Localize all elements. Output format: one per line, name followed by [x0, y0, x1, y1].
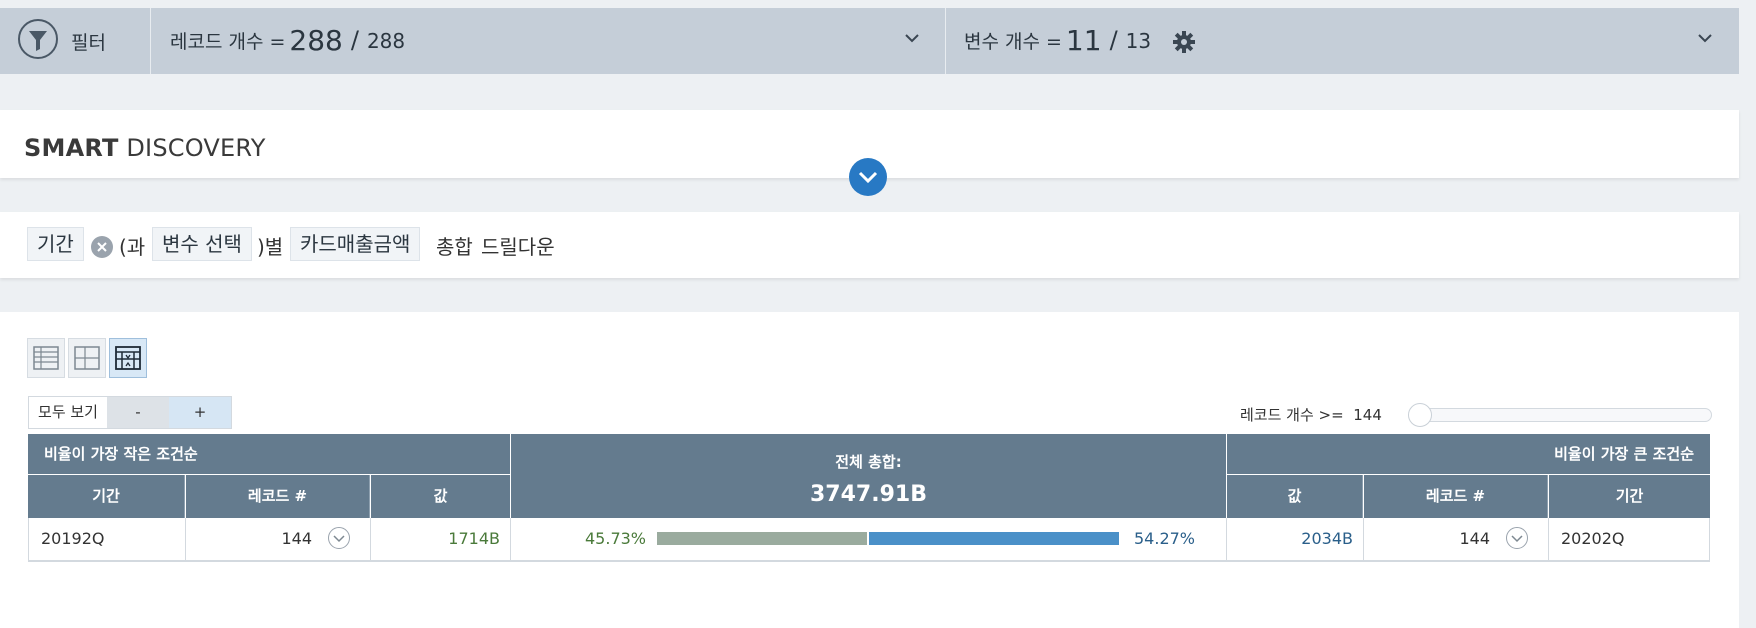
expand-button[interactable]	[849, 158, 887, 196]
column-header-records[interactable]: 레코드 #	[1364, 475, 1548, 518]
left-value-cell: 1714B	[371, 518, 511, 560]
ratio-bar-right	[869, 532, 1119, 545]
view-compare-button[interactable]	[109, 338, 147, 378]
record-count-selected: 288	[289, 24, 343, 57]
total-header: 전체 총합: 3747.91B	[511, 434, 1226, 518]
column-header-period[interactable]: 기간	[28, 475, 185, 518]
left-percent: 45.73%	[585, 529, 647, 548]
right-section-header: 비율이 가장 큰 조건순	[1227, 434, 1710, 474]
query-bar: 기간 (과 변수 선택 )별 카드매출금액 총합 드릴다운	[0, 212, 1739, 278]
variable-count-display: 변수 개수 = 11/ 13	[964, 24, 1151, 57]
period-chip[interactable]: 기간	[27, 227, 84, 261]
variable-count-label: 변수 개수 =	[964, 31, 1062, 53]
record-count-slash: /	[350, 26, 359, 54]
filter-icon	[18, 19, 58, 59]
total-value: 3747.91B	[810, 482, 927, 507]
total-label: 전체 총합:	[835, 453, 902, 471]
collapse-button[interactable]: -	[107, 397, 169, 428]
query-text-total: 총합	[436, 235, 473, 259]
expand-controls: 모두 보기 - +	[28, 396, 232, 429]
smart-discovery-title: SMART DISCOVERY	[24, 134, 266, 162]
right-percent: 54.27%	[1134, 529, 1196, 548]
chevron-down-icon	[858, 171, 878, 184]
result-panel: 모두 보기 - + 레코드 개수 >= 144 비율이 가장 작은 조건순 전체…	[0, 312, 1739, 628]
ratio-bar-left	[657, 532, 867, 545]
gear-icon[interactable]	[1172, 30, 1196, 54]
query-text-by: )별	[257, 235, 284, 259]
table-view-icon	[33, 346, 59, 370]
variable-count-selected: 11	[1065, 24, 1102, 57]
divider	[150, 8, 151, 74]
close-circle-icon[interactable]	[91, 236, 113, 258]
left-section-header: 비율이 가장 작은 조건순	[28, 434, 510, 474]
chevron-down-icon[interactable]	[904, 30, 920, 46]
record-count-filter-value: 144	[1353, 406, 1382, 424]
drilldown-icon[interactable]	[328, 527, 350, 549]
record-count-slider[interactable]	[1410, 408, 1712, 422]
right-value-cell: 2034B	[1227, 518, 1364, 560]
chevron-down-icon[interactable]	[1697, 30, 1713, 46]
left-section-title: 비율이 가장 작은 조건순	[44, 445, 198, 463]
top-bar: 필터 레코드 개수 = 288/288 변수 개수 = 11/13	[0, 8, 1739, 74]
variable-count-slash: /	[1109, 26, 1118, 54]
expand-button[interactable]: +	[169, 397, 231, 428]
filter-button[interactable]: 필터	[0, 8, 150, 74]
view-pivot-button[interactable]	[68, 338, 106, 378]
column-header-period[interactable]: 기간	[1549, 475, 1710, 518]
variable-count-total: 13	[1125, 29, 1152, 53]
right-section-title: 비율이 가장 큰 조건순	[1554, 445, 1694, 463]
comparison-table: 비율이 가장 작은 조건순 전체 총합: 3747.91B 비율이 가장 큰 조…	[28, 434, 1710, 562]
slider-handle[interactable]	[1408, 403, 1432, 427]
variable-select-chip[interactable]: 변수 선택	[152, 227, 252, 261]
column-header-value[interactable]: 값	[1227, 475, 1363, 518]
pivot-view-icon	[74, 346, 100, 370]
column-header-value[interactable]: 값	[371, 475, 510, 518]
title-rest: DISCOVERY	[126, 134, 266, 162]
title-bold: SMART	[24, 134, 119, 162]
record-count-total: 288	[366, 29, 406, 53]
divider	[945, 8, 946, 74]
show-all-button[interactable]: 모두 보기	[29, 397, 107, 428]
compare-view-icon	[115, 346, 141, 370]
view-table-button[interactable]	[27, 338, 65, 378]
table-bottom-border	[28, 560, 1710, 562]
right-period-cell: 20202Q	[1549, 518, 1710, 560]
record-count-display: 레코드 개수 = 288/288	[170, 24, 405, 57]
record-count-label: 레코드 개수 =	[170, 31, 286, 53]
filter-label: 필터	[71, 32, 106, 54]
drilldown-icon[interactable]	[1506, 527, 1528, 549]
drilldown-label: 드릴다운	[481, 235, 555, 259]
column-header-records[interactable]: 레코드 #	[186, 475, 370, 518]
record-count-filter: 레코드 개수 >= 144	[1240, 404, 1382, 425]
left-period-cell: 20192Q	[28, 518, 186, 560]
measure-chip[interactable]: 카드매출금액	[290, 227, 421, 261]
record-count-filter-label: 레코드 개수 >=	[1240, 406, 1344, 424]
query-text-with: (과	[119, 235, 146, 259]
